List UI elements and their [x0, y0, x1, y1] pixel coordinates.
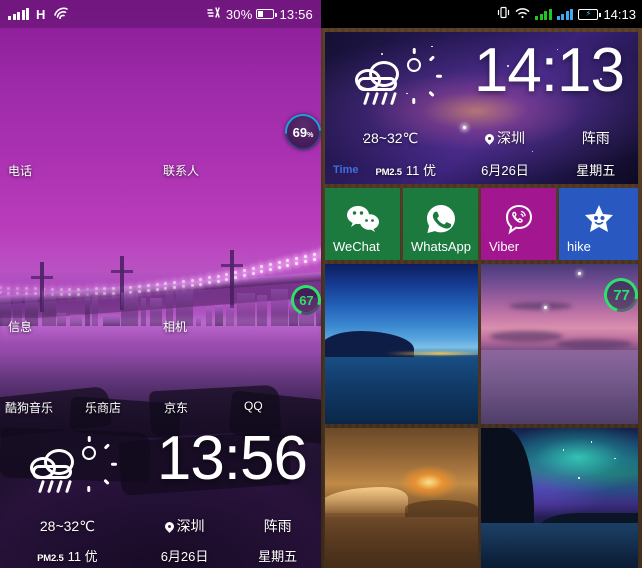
pm-value: 11 优 — [406, 163, 436, 178]
pm-label: PM2.5 — [37, 553, 63, 564]
tile-grid: 14:13 28~32℃ 深圳 阵雨 PM2.5 11 优 6月26日 星期五 T… — [321, 28, 642, 568]
weekday: 星期五 — [234, 546, 321, 565]
right-clock: 14:13 — [603, 7, 636, 22]
temperature: 28~32℃ — [325, 130, 456, 147]
app-tile-hike[interactable]: hike — [559, 188, 638, 260]
viber-icon — [481, 202, 556, 236]
applabel-messages[interactable]: 信息 — [8, 318, 32, 335]
photo-tile-desert[interactable] — [325, 428, 478, 568]
app-tile-wechat[interactable]: WeChat — [325, 188, 400, 260]
applabel-phone[interactable]: 电话 — [8, 162, 32, 179]
left-widget-clock: 13:56 — [157, 428, 307, 490]
location: 深圳 — [497, 128, 525, 148]
signal-bars-icon — [8, 8, 29, 20]
battery-percent-label: 30% — [226, 7, 253, 22]
dual-phone-screenshot: H 30% 13:56 电话 联系人 信息 相机 酷狗音乐 乐商店 京东 QQ — [0, 0, 642, 568]
time-widget-label: Time — [333, 164, 358, 176]
photo-tile-blue-lake[interactable] — [325, 264, 478, 424]
left-weather-widget[interactable]: 13:56 28~32℃ 深圳 阵雨 PM2.5 11 优 6月26日 星期五 — [0, 420, 321, 568]
data-transfer-icon — [207, 6, 222, 22]
right-status-bar: ⚡ 14:13 — [321, 0, 642, 28]
left-phone-screen: H 30% 13:56 电话 联系人 信息 相机 酷狗音乐 乐商店 京东 QQ — [0, 0, 321, 568]
date: 6月26日 — [135, 546, 235, 565]
badge-value: 67 — [299, 293, 313, 308]
sun-cloud-rain-icon — [30, 438, 104, 502]
location-pin-icon — [165, 522, 174, 531]
badge-value: 77 — [613, 287, 630, 304]
right-widget-clock: 14:13 — [474, 40, 624, 102]
app-tile-label: WeChat — [325, 239, 400, 260]
water-shimmer — [0, 318, 321, 344]
date: 6月26日 — [456, 160, 553, 179]
whatsapp-icon — [403, 202, 478, 236]
signal-bars-green-icon — [535, 9, 552, 20]
sun-cloud-rain-icon — [355, 50, 429, 114]
battery-charging-icon — [256, 9, 274, 19]
right-weather-widget[interactable]: 14:13 28~32℃ 深圳 阵雨 PM2.5 11 优 6月26日 星期五 T… — [325, 32, 638, 184]
applabel-camera[interactable]: 相机 — [163, 318, 187, 335]
hike-star-icon — [559, 202, 638, 236]
pm-value: 11 优 — [68, 549, 98, 564]
vibrate-icon — [497, 6, 510, 22]
app-tile-label: Viber — [481, 239, 556, 260]
left-status-bar: H 30% 13:56 — [0, 0, 321, 28]
right-weather-row-2: PM2.5 11 优 6月26日 星期五 — [325, 160, 638, 179]
badge-value: 69 — [293, 124, 307, 139]
condition: 阵雨 — [234, 516, 321, 536]
applabel-kugou[interactable]: 酷狗音乐 — [5, 399, 53, 416]
wifi-icon — [53, 6, 70, 22]
app-tile-viber[interactable]: Viber — [481, 188, 556, 260]
app-tile-whatsapp[interactable]: WhatsApp — [403, 188, 478, 260]
pm-label: PM2.5 — [375, 167, 401, 178]
signal-bars-blue-icon — [557, 9, 574, 20]
wechat-icon — [325, 202, 400, 236]
network-type-label: H — [36, 7, 45, 22]
location: 深圳 — [177, 516, 205, 536]
photo-tile-aurora[interactable] — [481, 428, 638, 568]
wifi-icon — [515, 7, 530, 22]
left-weather-row-1: 28~32℃ 深圳 阵雨 — [0, 516, 321, 536]
condition: 阵雨 — [553, 128, 638, 148]
weekday: 星期五 — [553, 160, 638, 179]
applabel-contacts[interactable]: 联系人 — [163, 162, 199, 179]
left-weather-row-2: PM2.5 11 优 6月26日 星期五 — [0, 546, 321, 565]
battery-charging-icon: ⚡ — [578, 9, 598, 20]
right-weather-row-1: 28~32℃ 深圳 阵雨 — [325, 128, 638, 148]
app-tile-label: WhatsApp — [403, 239, 478, 260]
applabel-lestore[interactable]: 乐商店 — [85, 399, 121, 416]
badge-suffix: % — [307, 131, 313, 138]
app-tile-label: hike — [559, 239, 638, 260]
applabel-qq[interactable]: QQ — [244, 399, 263, 413]
left-clock: 13:56 — [279, 7, 313, 22]
location-pin-icon — [485, 134, 494, 143]
applabel-jd[interactable]: 京东 — [164, 399, 188, 416]
right-weather-content: 14:13 28~32℃ 深圳 阵雨 PM2.5 11 优 6月26日 星期五 T… — [325, 32, 638, 184]
right-phone-screen: ⚡ 14:13 14:13 28~32℃ 深圳 阵雨 PM2.5 11 优 6月… — [321, 0, 642, 568]
temperature: 28~32℃ — [0, 518, 135, 535]
